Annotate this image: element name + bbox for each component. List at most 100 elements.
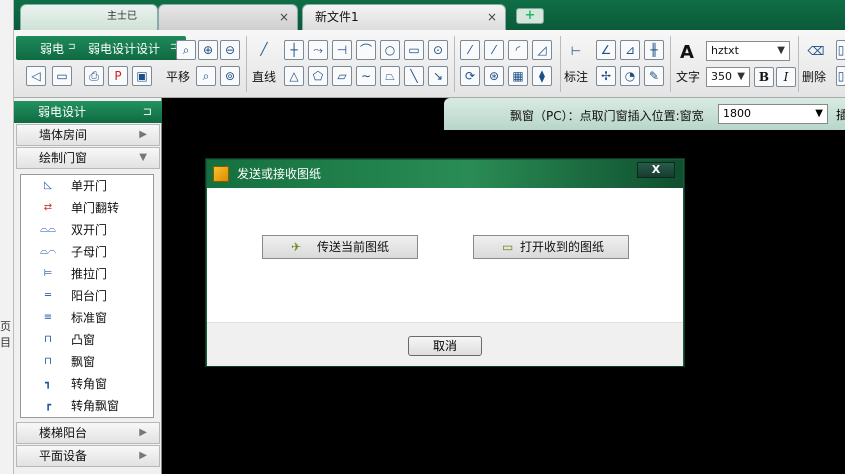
- tab-document-1[interactable]: 主士已: [20, 4, 158, 30]
- chevron-down-icon[interactable]: ▼: [737, 68, 745, 86]
- tab-close-icon[interactable]: ×: [487, 5, 497, 29]
- edit-dim-icon[interactable]: ✎: [644, 66, 664, 86]
- door-double-icon: ⌓⌓: [40, 224, 56, 235]
- send-icon: ✈: [291, 240, 302, 254]
- list-item[interactable]: ┏ 转角飘窗: [21, 395, 153, 417]
- sidebar-cat-stairs[interactable]: 楼梯阳台 ▶: [16, 422, 160, 444]
- list-item-label: 单门翻转: [71, 201, 120, 215]
- zoom-window-icon[interactable]: ⌕: [176, 40, 196, 60]
- delete-label: 删除: [802, 70, 827, 84]
- trapezoid-icon[interactable]: ⏢: [380, 66, 400, 86]
- door-window-list: ◺ 单开门 ⇄ 单门翻转 ⌓⌓ 双开门 ⌓⌒ 子母门 ⊨ 推拉门 ═ 阳台门 ≡ 标准窗 ⊓ 凸…: [20, 174, 154, 418]
- pane-selector[interactable]: 弱电 ⊐ 弱电设计设计 ⊐: [16, 36, 186, 60]
- export-icon[interactable]: ▣: [132, 66, 152, 86]
- chevron-down-icon[interactable]: ▼: [815, 105, 823, 123]
- chamfer-icon[interactable]: ◿: [532, 40, 552, 60]
- cancel-button[interactable]: 取消: [408, 336, 482, 356]
- door-mother-child-icon: ⌓⌒: [40, 246, 56, 257]
- window-bay-icon: ⊓: [44, 334, 52, 345]
- command-prompt-bar: 飘窗（PC）：点取门窗插入位置:窗宽 1800 ▼ 插: [444, 98, 845, 130]
- add-tab-button[interactable]: +: [516, 8, 544, 24]
- zoom-realtime-icon[interactable]: ⌕: [196, 66, 216, 86]
- rectangle-icon[interactable]: ▭: [404, 40, 424, 60]
- zoom-out-icon[interactable]: ⊖: [220, 40, 240, 60]
- fillet-icon[interactable]: ◜: [508, 40, 528, 60]
- scale-icon[interactable]: ⊛: [484, 66, 504, 86]
- close-button[interactable]: X: [637, 162, 675, 178]
- print-icon[interactable]: ⎙: [84, 66, 104, 86]
- ribbon-separator: [246, 36, 247, 92]
- chevron-down-icon[interactable]: ▼: [777, 42, 785, 60]
- list-item[interactable]: ⊓ 飘窗: [21, 351, 153, 373]
- zoom-extents-icon[interactable]: ⊚: [220, 66, 240, 86]
- eraser-icon[interactable]: ⌫: [806, 42, 826, 62]
- list-item-label: 双开门: [71, 223, 108, 237]
- open-received-button[interactable]: ▭ 打开收到的图纸: [473, 235, 629, 259]
- list-item[interactable]: ≡ 标准窗: [21, 307, 153, 329]
- slope-dim-icon[interactable]: ⊿: [620, 40, 640, 60]
- hatch-icon[interactable]: ▦: [508, 66, 528, 86]
- sidebar-title: 弱电设计 ⊐: [14, 101, 162, 123]
- door-flip-icon: ⇄: [43, 202, 53, 213]
- text-label: 文字: [676, 70, 701, 84]
- pentagon-icon[interactable]: ⬠: [308, 66, 328, 86]
- sidebar-cat-label: 楼梯阳台: [39, 426, 88, 440]
- send-drawing-button[interactable]: ✈ 传送当前图纸: [262, 235, 418, 259]
- bold-button[interactable]: B: [754, 67, 774, 87]
- angle-dim-icon[interactable]: ∠: [596, 40, 616, 60]
- copy-icon[interactable]: ▯: [836, 40, 845, 60]
- window-width-combo[interactable]: 1800 ▼: [718, 104, 828, 124]
- tab-document-2[interactable]: ×: [158, 4, 298, 30]
- radius-dim-icon[interactable]: ◔: [620, 66, 640, 86]
- ellipse-icon[interactable]: ⊙: [428, 40, 448, 60]
- list-item[interactable]: ⊓ 凸窗: [21, 329, 153, 351]
- triangle-icon[interactable]: △: [284, 66, 304, 86]
- spline-icon[interactable]: ∼: [356, 66, 376, 86]
- tab-close-icon[interactable]: ×: [279, 5, 289, 29]
- zoom-in-icon[interactable]: ⊕: [198, 40, 218, 60]
- list-item[interactable]: ◺ 单开门: [21, 175, 153, 197]
- diagonal-line-icon[interactable]: ╲: [404, 66, 424, 86]
- break-line-icon[interactable]: ⁄: [460, 40, 480, 60]
- left-edge-fragment: 页目: [0, 320, 11, 349]
- open-received-label: 打开收到的图纸: [520, 240, 605, 254]
- parallelogram-icon[interactable]: ▱: [332, 66, 352, 86]
- circle-icon[interactable]: ○: [380, 40, 400, 60]
- list-item[interactable]: ⊨ 推拉门: [21, 263, 153, 285]
- axis-icon[interactable]: ┼: [284, 40, 304, 60]
- text-size-combo[interactable]: 350 ▼: [706, 67, 750, 87]
- ribbon-separator: [454, 36, 455, 92]
- list-item[interactable]: ═ 阳台门: [21, 285, 153, 307]
- sidebar-cat-label: 平面设备: [39, 449, 88, 463]
- extend-icon[interactable]: ⁄: [484, 40, 504, 60]
- text-icon[interactable]: A: [680, 42, 694, 63]
- list-item[interactable]: ⌓⌒ 子母门: [21, 241, 153, 263]
- pdf-icon[interactable]: P: [108, 66, 128, 86]
- font-combo[interactable]: hztxt ▼: [706, 41, 790, 61]
- sidebar-cat-equipment[interactable]: 平面设备 ▶: [16, 445, 160, 467]
- dialog-title-bar[interactable]: 发送或接收图纸 X: [207, 160, 683, 188]
- dimension-icon[interactable]: ⊢: [566, 42, 586, 62]
- open-icon[interactable]: ▭: [52, 66, 72, 86]
- continuous-dim-icon[interactable]: ╫: [644, 40, 664, 60]
- list-item[interactable]: ┓ 转角窗: [21, 373, 153, 395]
- pin-icon[interactable]: ⊐: [143, 101, 152, 123]
- pin-icon[interactable]: ⊐: [68, 42, 76, 52]
- tab-new-file-1[interactable]: 新文件1 ×: [302, 4, 506, 30]
- arc-icon[interactable]: ⌒: [356, 40, 376, 60]
- paste-icon[interactable]: ▯: [836, 66, 845, 86]
- arrow-line-icon[interactable]: ↘: [428, 66, 448, 86]
- line-icon[interactable]: ╱: [254, 40, 274, 60]
- polyline-icon[interactable]: ⤳: [308, 40, 328, 60]
- sidebar-cat-doors-windows[interactable]: 绘制门窗 ▼: [16, 147, 160, 169]
- offset-line-icon[interactable]: ⊣: [332, 40, 352, 60]
- coordinate-icon[interactable]: ✢: [596, 66, 616, 86]
- mirror-icon[interactable]: ⧫: [532, 66, 552, 86]
- dimension-label: 标注: [564, 70, 589, 84]
- sidebar-cat-walls[interactable]: 墙体房间 ▶: [16, 124, 160, 146]
- back-icon[interactable]: ◁: [26, 66, 46, 86]
- list-item[interactable]: ⇄ 单门翻转: [21, 197, 153, 219]
- list-item[interactable]: ⌓⌓ 双开门: [21, 219, 153, 241]
- italic-button[interactable]: I: [776, 67, 796, 87]
- rotate-icon[interactable]: ⟳: [460, 66, 480, 86]
